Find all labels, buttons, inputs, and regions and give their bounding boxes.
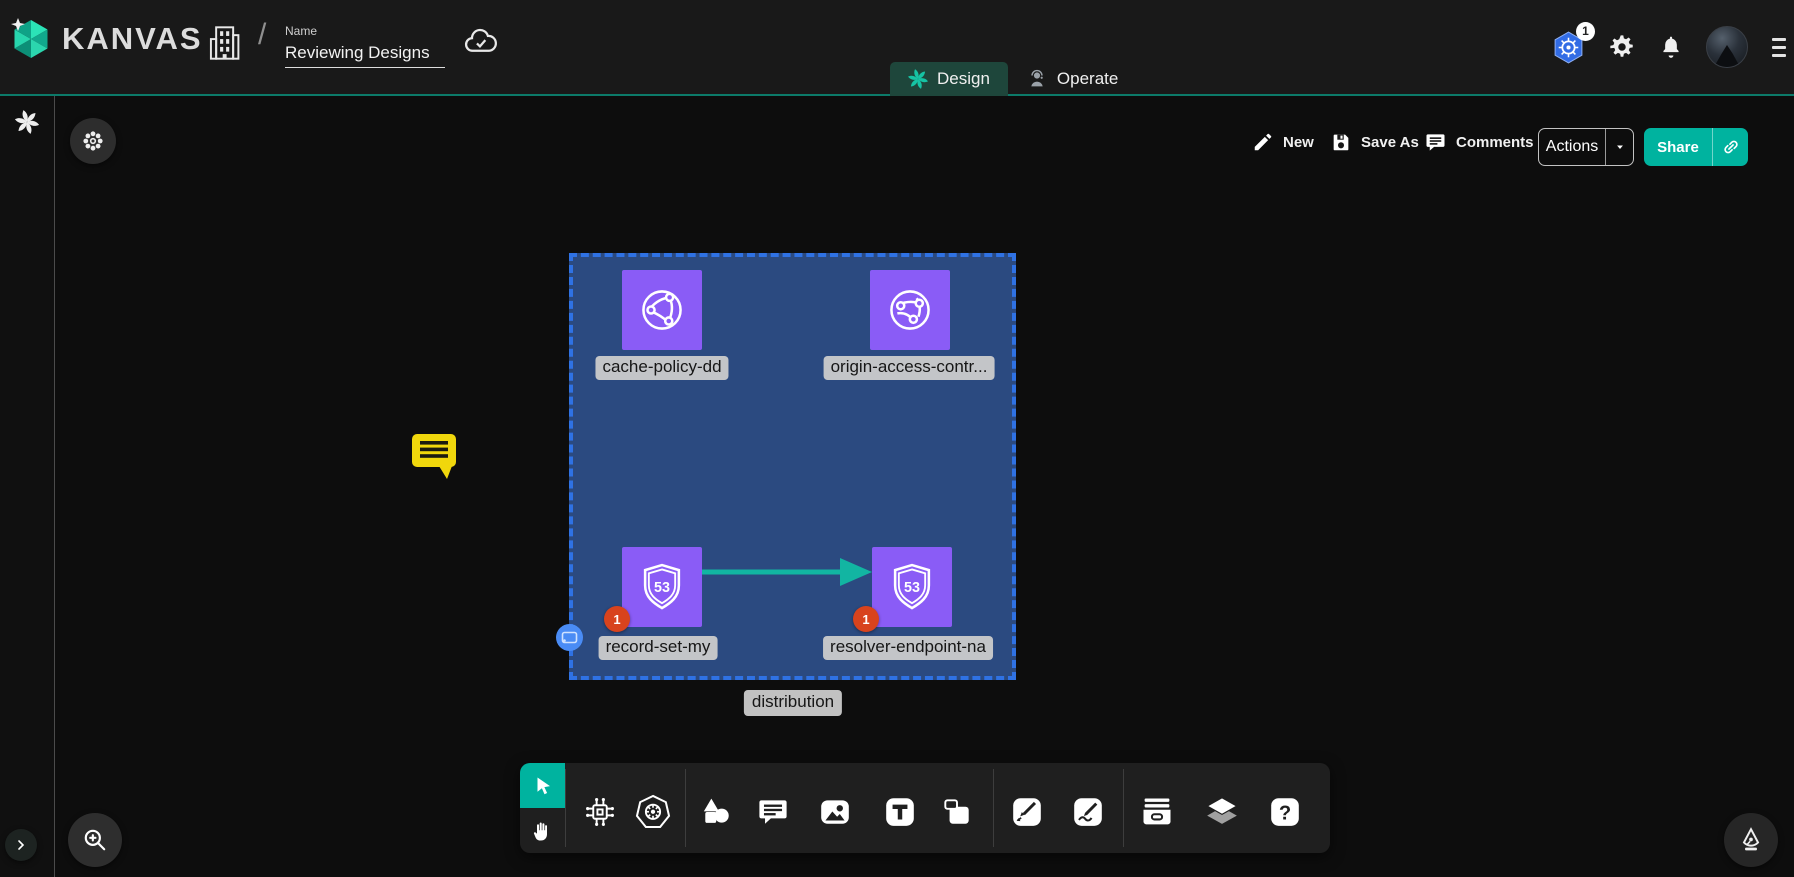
circuit-chip-icon bbox=[582, 794, 618, 830]
kubernetes-wheel-icon bbox=[634, 793, 672, 831]
node-resolver-endpoint[interactable]: 53 bbox=[872, 547, 952, 627]
group-node-distribution[interactable]: 53 53 bbox=[569, 253, 1016, 680]
help-button[interactable]: ? bbox=[1263, 790, 1307, 834]
left-sidebar bbox=[0, 96, 55, 877]
layers-button[interactable] bbox=[1200, 790, 1244, 834]
comment-icon bbox=[1424, 131, 1447, 154]
node-cache-policy[interactable] bbox=[622, 270, 702, 350]
node-label-cache-policy: cache-policy-dd bbox=[595, 356, 728, 380]
group-label-distribution: distribution bbox=[744, 690, 842, 716]
pan-tool-button[interactable] bbox=[520, 808, 565, 853]
error-count-badge[interactable]: 1 bbox=[604, 606, 630, 632]
header-overflow-menu-icon[interactable] bbox=[1772, 38, 1786, 57]
svg-text:53: 53 bbox=[654, 580, 670, 596]
link-icon bbox=[1721, 137, 1741, 157]
question-mark-icon: ? bbox=[1268, 795, 1302, 829]
hand-icon bbox=[531, 819, 555, 843]
comments-label: Comments bbox=[1456, 134, 1534, 151]
new-label: New bbox=[1283, 134, 1314, 151]
caret-down-icon bbox=[1613, 140, 1627, 154]
floppy-disk-icon bbox=[1330, 131, 1352, 153]
node-record-set[interactable]: 53 bbox=[622, 547, 702, 627]
node-label-record-set: record-set-my bbox=[599, 636, 718, 660]
kubernetes-tool-button[interactable] bbox=[631, 790, 675, 834]
comment-tool-button[interactable] bbox=[751, 790, 795, 834]
logo-text: KANVAS bbox=[62, 21, 203, 57]
kubernetes-context-button[interactable]: 1 bbox=[1551, 30, 1586, 65]
svg-text:?: ? bbox=[1279, 802, 1291, 824]
edge-pen-tool-button[interactable] bbox=[1005, 790, 1049, 834]
freehand-draw-tool-button[interactable] bbox=[1066, 790, 1110, 834]
actions-caret-button[interactable] bbox=[1605, 129, 1633, 165]
cloudfront-globe-icon bbox=[635, 283, 689, 337]
group-selection-handle[interactable] bbox=[556, 624, 583, 651]
header-right-icons: 1 bbox=[1551, 26, 1786, 68]
design-spiral-icon bbox=[908, 69, 928, 89]
comments-button[interactable]: Comments bbox=[1424, 131, 1534, 154]
sidebar-expand-chevron-button[interactable] bbox=[5, 829, 37, 861]
tab-operate-label: Operate bbox=[1057, 69, 1118, 89]
tab-operate[interactable]: Operate bbox=[1008, 62, 1136, 96]
text-icon bbox=[883, 795, 917, 829]
design-name-block: Name bbox=[285, 24, 445, 68]
save-status-cloud-icon bbox=[463, 26, 499, 56]
breadcrumb-separator: / bbox=[258, 18, 266, 52]
route53-shield-icon: 53 bbox=[885, 560, 939, 614]
image-tool-button[interactable] bbox=[813, 790, 857, 834]
app-header: KANVAS / Name bbox=[0, 0, 1794, 96]
actions-dropdown-button[interactable]: Actions bbox=[1538, 128, 1634, 166]
shapes-tool-button[interactable] bbox=[693, 790, 737, 834]
select-tool-button[interactable] bbox=[520, 763, 565, 808]
organization-icon[interactable] bbox=[207, 22, 241, 64]
layers-icon bbox=[1203, 793, 1241, 831]
error-count-badge[interactable]: 1 bbox=[853, 606, 879, 632]
sticky-note-icon bbox=[940, 795, 974, 829]
kubernetes-context-count-badge: 1 bbox=[1576, 22, 1595, 41]
zoom-in-button[interactable] bbox=[68, 813, 122, 867]
operate-person-icon bbox=[1026, 68, 1048, 90]
save-as-label: Save As bbox=[1361, 134, 1419, 151]
name-field-label: Name bbox=[285, 24, 445, 38]
copy-link-button[interactable] bbox=[1712, 128, 1748, 166]
node-label-resolver-endpoint: resolver-endpoint-na bbox=[823, 636, 993, 660]
kanvas-logo[interactable]: KANVAS bbox=[10, 17, 203, 61]
design-name-input[interactable] bbox=[285, 41, 445, 68]
route53-shield-icon: 53 bbox=[635, 560, 689, 614]
save-as-button[interactable]: Save As bbox=[1330, 131, 1419, 153]
bottom-toolbar: ? bbox=[520, 763, 1330, 853]
pen-arrow-icon bbox=[1010, 795, 1044, 829]
note-tool-button[interactable] bbox=[935, 790, 979, 834]
drawer-icon bbox=[1139, 794, 1175, 830]
pencil-squiggle-icon bbox=[1071, 795, 1105, 829]
share-label: Share bbox=[1644, 139, 1712, 156]
mode-tabs: Design Operate bbox=[890, 62, 1136, 96]
edge-record-set-to-resolver[interactable] bbox=[698, 554, 878, 594]
new-button[interactable]: New bbox=[1252, 131, 1314, 153]
notifications-bell-icon[interactable] bbox=[1658, 34, 1684, 60]
comment-marker-icon[interactable] bbox=[410, 432, 460, 482]
pen-tool-button[interactable] bbox=[1724, 813, 1778, 867]
actions-label: Actions bbox=[1539, 138, 1605, 156]
text-tool-button[interactable] bbox=[878, 790, 922, 834]
settings-gear-icon[interactable] bbox=[1608, 33, 1636, 61]
tab-design[interactable]: Design bbox=[890, 62, 1008, 96]
cloudfront-globe-icon bbox=[883, 283, 937, 337]
dock-flower-button[interactable] bbox=[70, 118, 116, 164]
kanvas-logo-icon bbox=[10, 17, 52, 61]
tab-design-label: Design bbox=[937, 69, 990, 89]
comment-icon bbox=[756, 795, 790, 829]
shapes-icon bbox=[698, 795, 732, 829]
node-origin-access-control[interactable] bbox=[870, 270, 950, 350]
share-button[interactable]: Share bbox=[1644, 128, 1748, 166]
node-label-origin-access-control: origin-access-contr... bbox=[824, 356, 995, 380]
cursor-arrow-icon bbox=[531, 774, 555, 798]
user-avatar[interactable] bbox=[1706, 26, 1748, 68]
meshery-spiral-icon[interactable] bbox=[15, 110, 39, 134]
image-icon bbox=[818, 795, 852, 829]
svg-text:53: 53 bbox=[904, 580, 920, 596]
component-drawer-button[interactable] bbox=[1135, 790, 1179, 834]
pencil-icon bbox=[1252, 131, 1274, 153]
integrations-tool-button[interactable] bbox=[578, 790, 622, 834]
